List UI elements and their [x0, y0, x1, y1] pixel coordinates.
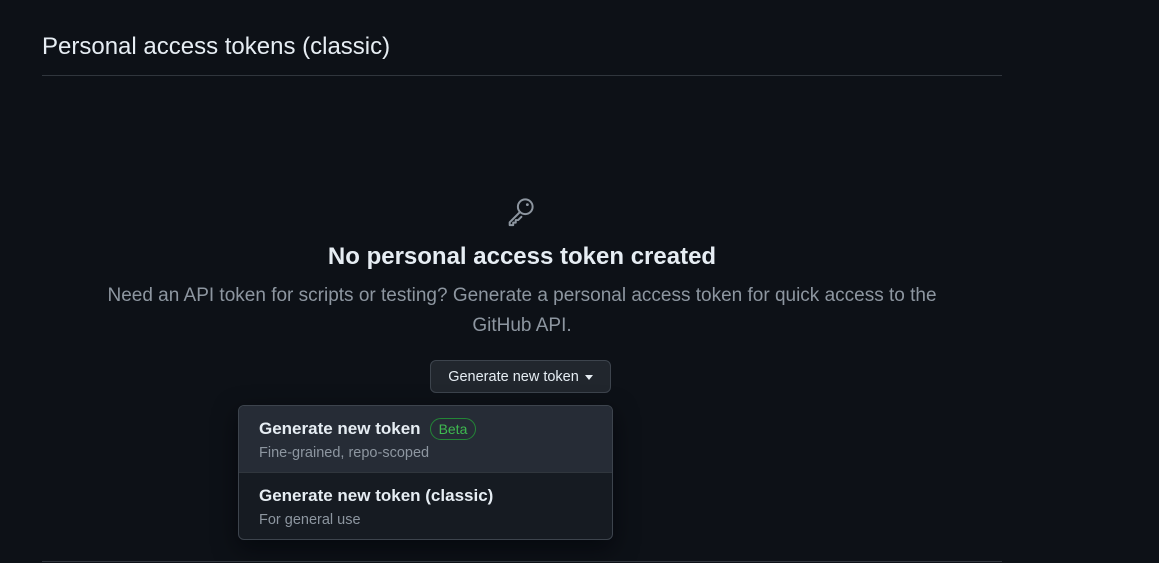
generate-token-menu: Generate new token Beta Fine-grained, re…	[238, 405, 613, 540]
page-title: Personal access tokens (classic)	[42, 33, 391, 60]
menu-item-description: For general use	[259, 512, 361, 528]
beta-badge: Beta	[429, 418, 477, 440]
menu-item-description: Fine-grained, repo-scoped	[259, 445, 430, 461]
menu-item-title: Generate new token	[259, 419, 421, 438]
generate-new-token-button-label: Generate new token	[448, 368, 579, 385]
page-header: Personal access tokens (classic)	[42, 0, 1002, 76]
triangle-down-icon	[584, 374, 593, 380]
blankslate-description: Need an API token for scripts or testing…	[107, 285, 937, 336]
page: Personal access tokens (classic) No pers…	[0, 0, 1159, 563]
menu-item-title: Generate new token (classic)	[259, 486, 494, 505]
menu-item-fine-grained-token[interactable]: Generate new token Beta Fine-grained, re…	[239, 406, 612, 473]
generate-new-token-button[interactable]: Generate new token	[430, 360, 611, 393]
blankslate-heading: No personal access token created	[327, 243, 717, 270]
key-icon	[508, 198, 534, 227]
divider	[42, 561, 1002, 562]
menu-item-classic-token[interactable]: Generate new token (classic) For general…	[239, 473, 612, 539]
